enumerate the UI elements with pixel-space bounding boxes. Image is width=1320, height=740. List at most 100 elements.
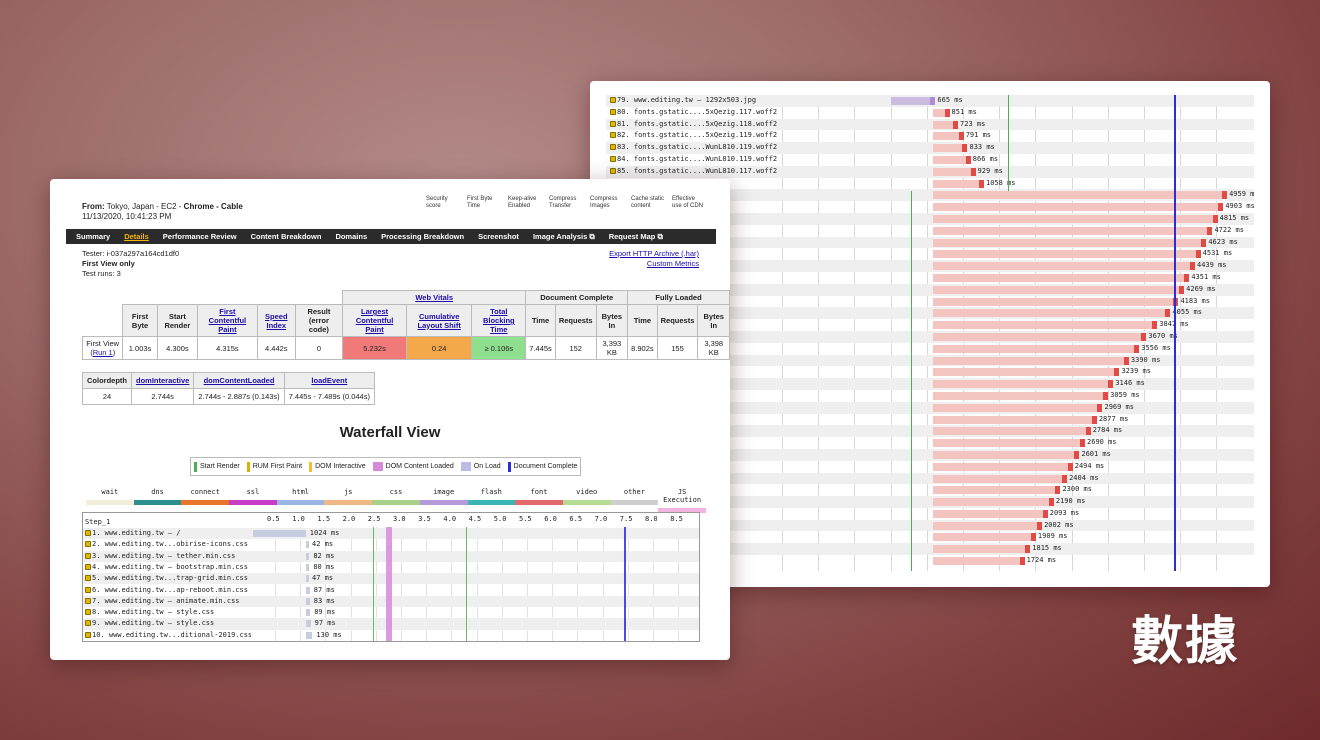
dom-timing-header[interactable]: domContentLoaded [193,372,285,389]
scale-tick: 8.0 [645,515,658,523]
grade-header: Keep-alive Enabled [508,196,537,209]
waterfall-bar [933,155,971,164]
waterfall-bar [933,474,1068,483]
waterfall-duration: 3239 ms [1121,367,1151,376]
waterfall-duration: 1909 ms [1037,532,1068,541]
waterfall-duration: 2494 ms [1074,461,1105,470]
waterfall-bar [933,167,976,176]
waterfall-duration: 2690 ms [1087,438,1117,447]
waterfall-row[interactable]: 79. www.editing.tw – 1292x503.jpg 665 ms [606,95,1254,107]
waterfall-bar [933,332,1147,341]
nav-item[interactable]: Screenshot [478,232,519,241]
nav-item[interactable]: Domains [335,232,367,241]
nav-item[interactable]: Performance Review [163,232,237,241]
request-type-legend: wait dns connect ssl html js css image flash font… [86,488,706,513]
milestone-line [466,527,467,641]
type-legend-item: connect [181,488,230,513]
waterfall-row[interactable]: 82. fonts.gstatic....5xQezig.119.woff2 79… [606,130,1254,142]
web-vitals-group[interactable]: Web Vitals [342,290,527,305]
waterfall-duration: 1024 ms [309,529,340,537]
waterfall-bar [305,631,313,639]
lock-icon [85,541,91,548]
waterfall-duration: 82 ms [313,551,335,560]
results-column-header[interactable]: Largest Contentful Paint [342,304,408,337]
type-legend-item: html [276,488,325,513]
type-color-bar [229,500,277,505]
type-color-bar [372,500,420,505]
type-color-bar [515,500,563,505]
waterfall-duration: 833 ms [969,143,995,152]
nav-item[interactable]: Details [124,232,149,241]
run-1-link[interactable]: Run 1 [93,348,113,357]
waterfall-bar [933,179,984,188]
waterfall-row[interactable]: 80. fonts.gstatic....5xQezig.117.woff2 85… [606,107,1254,119]
nav-item[interactable]: Request Map ⧉ [609,232,663,242]
waterfall-bar [933,297,1179,306]
waterfall-bar [933,321,1158,330]
waterfall-bar [933,521,1043,530]
grade-header: Compress Transfer [549,196,577,209]
scale-tick: 6.0 [544,515,557,523]
waterfall-duration: 97 ms [314,619,336,628]
nav-item[interactable]: Content Breakdown [251,232,322,241]
scale-tick: 2.5 [367,515,381,523]
waterfall-row-label: 5. www.editing.tw...trap-grid.min.css [85,573,251,584]
export-har-link[interactable]: Export HTTP Archive (.har) [609,249,699,258]
waterfall-bar [933,108,950,117]
waterfall-duration: 47 ms [312,574,334,583]
results-cell: ≥ 0.106s [471,336,527,360]
legend-swatch [309,461,313,472]
waterfall-chart: Step_1 0.5 1.0 1.5 2.0 2.5 3.0 3.5 4.0 4.5 5.0 5.5… [82,512,700,642]
type-legend-item: image [419,488,468,513]
results-cell: 0.24 [406,336,473,360]
lock-icon [610,108,616,115]
waterfall-bar [890,97,936,105]
waterfall-duration: 2601 ms [1081,449,1111,458]
waterfall-duration: 2300 ms [1062,485,1092,494]
results-cell: 7.445s [525,336,556,360]
waterfall-duration: 2002 ms [1044,520,1074,529]
waterfall-duration: 42 ms [312,540,334,549]
test-date: 11/13/2020, 10:41:23 PM [82,212,172,221]
waterfall-duration: 791 ms [965,131,992,140]
milestone-line [624,527,626,641]
type-color-bar [276,500,325,505]
results-column-header[interactable]: Total Blocking Time [471,304,527,337]
lock-icon [610,120,616,127]
waterfall-row[interactable]: 85. fonts.gstatic....WunL810.117.woff2 92… [606,165,1254,178]
nav-item[interactable]: Processing Breakdown [381,232,464,241]
waterfall-row-label: 10. www.editing.tw...ditional-2019.css [85,630,251,641]
results-column-header[interactable]: Speed Index [256,304,296,337]
results-column-header[interactable]: Cumulative Layout Shift [406,304,473,337]
scale-tick: 4.5 [468,515,482,523]
nav-item[interactable]: Image Analysis ⧉ [533,232,595,242]
waterfall-duration: 1815 ms [1032,544,1062,553]
waterfall-bar [933,439,1085,448]
dom-timing-header[interactable]: domInteractive [130,372,195,389]
custom-metrics-link[interactable]: Custom Metrics [647,259,699,268]
waterfall-duration: 3390 ms [1130,355,1161,364]
waterfall-duration: 4531 ms [1202,249,1233,258]
dom-timing-header[interactable]: loadEvent [283,372,375,389]
waterfall-row[interactable]: 81. fonts.gstatic....5xQezig.118.woff2 72… [606,118,1254,131]
waterfall-row[interactable]: 83. fonts.gstatic....WunL810.119.woff2 83… [606,142,1254,154]
grade-header: Security score [426,196,448,209]
results-column-header[interactable]: First Contentful Paint [197,304,258,337]
scale-tick: 2.0 [342,515,356,523]
dom-line [911,191,912,571]
nav-item[interactable]: Summary [76,232,110,241]
waterfall-row[interactable]: 84. fonts.gstatic....WunL810.119.woff2 86… [606,154,1254,166]
waterfall-row-label: 1. www.editing.tw – / [85,528,251,539]
type-legend-item: ssl [229,488,277,513]
results-cell: 3,393 KB [595,336,629,360]
scale-tick: 4.0 [443,515,457,523]
waterfall-row-label: 9. www.editing.tw – style.css [85,618,251,629]
dom-timings-table: Colordepth domInteractive domContentLoaded… [82,372,375,405]
waterfall-bar [933,191,1228,200]
waterfall-duration: 4269 ms [1186,284,1216,293]
waterfall-duration: 87 ms [313,585,335,594]
waterfall-duration: 4959 ms [1229,190,1254,199]
results-column-header: Bytes In [595,304,629,337]
waterfall-bar [933,120,959,129]
waterfall-duration: 80 ms [313,562,335,571]
